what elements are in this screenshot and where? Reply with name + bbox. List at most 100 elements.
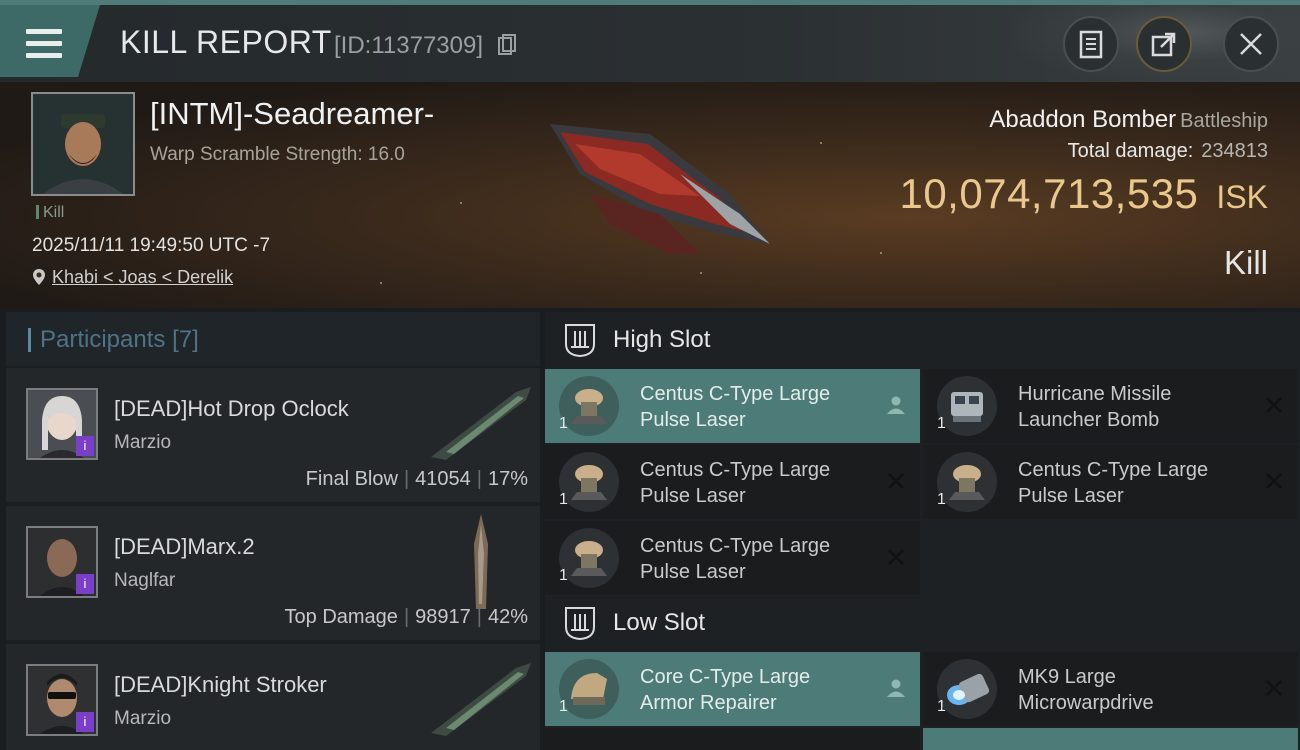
low-slot-title: Low Slot [613, 609, 706, 636]
module-name: Centus C-Type Large Pulse Laser [640, 383, 831, 431]
kill-status: Kill [1223, 244, 1268, 281]
pulse-laser-icon [559, 528, 619, 588]
pulse-laser-icon [937, 452, 997, 512]
victim-portrait[interactable] [31, 92, 135, 196]
module-item[interactable]: 1 Centus C-Type Large Pulse Laser [545, 521, 920, 595]
participants-count: [7] [172, 326, 199, 353]
victim-ship-name[interactable]: Abaddon Bomber [989, 106, 1176, 133]
close-icon[interactable] [884, 545, 908, 569]
close-icon[interactable] [1262, 393, 1286, 417]
location-text[interactable]: Khabi < Joas < Derelik [52, 267, 233, 287]
avatar[interactable]: i [26, 388, 98, 460]
menu-button[interactable] [0, 5, 100, 77]
header-bar: KILL REPORT [ID:11377309] [0, 0, 1300, 82]
module-quantity: 1 [937, 415, 946, 432]
participant-ship-image [431, 663, 531, 736]
module-item[interactable]: 1 Core C-Type Large Armor Repairer [545, 652, 920, 726]
module-item-partial[interactable] [923, 728, 1298, 750]
avatar[interactable]: i [26, 664, 98, 736]
victim-name[interactable]: [INTM]-Seadreamer- [150, 96, 434, 132]
location-pin-icon [33, 269, 45, 285]
module-name: MK9 Large Microwarpdrive [1018, 666, 1154, 714]
module-item[interactable]: 1 Hurricane Missile Launcher Bomb [923, 369, 1298, 443]
isk-unit: ISK [1216, 179, 1268, 215]
participants-header: Participants [7] [6, 312, 540, 366]
victim-ship-line: Abaddon Bomber Battleship [989, 106, 1268, 134]
participant-name[interactable]: [DEAD]Hot Drop Oclock [114, 396, 349, 422]
location-link[interactable]: Khabi < Joas < Derelik [32, 267, 233, 288]
header-accent-line [0, 0, 1300, 5]
clipboard-icon [1079, 30, 1103, 59]
microwarpdrive-icon [937, 659, 997, 719]
victim-ship-class: Battleship [1180, 110, 1268, 132]
victim-panel: [INTM]-Seadreamer- Warp Scramble Strengt… [0, 82, 1300, 308]
copy-icon[interactable] [498, 34, 516, 56]
participants-title: Participants [7] [40, 326, 199, 354]
clipboard-button[interactable] [1063, 16, 1119, 72]
high-slot-icon [565, 324, 595, 358]
hamburger-menu-icon[interactable] [26, 29, 64, 61]
share-icon [1151, 32, 1176, 57]
participant-stats: Top Damage | 98917 | 42% [284, 606, 528, 628]
module-quantity: 1 [937, 698, 946, 715]
person-badge-icon: i [76, 712, 94, 732]
module-quantity: 1 [559, 415, 568, 432]
isk-value: 10,074,713,535 ISK [899, 170, 1268, 218]
pulse-laser-icon [559, 452, 619, 512]
kill-tag: Kill [36, 204, 64, 222]
module-name: Hurricane Missile Launcher Bomb [1018, 383, 1172, 431]
participant-ship: Marzio [114, 708, 172, 729]
damage-value: 41054 [415, 468, 471, 490]
high-slot-title: High Slot [613, 326, 711, 353]
person-icon[interactable] [884, 676, 908, 700]
total-damage-value: 234813 [1201, 140, 1268, 162]
kill-datetime: 2025/11/11 19:49:50 UTC -7 [32, 235, 271, 256]
module-quantity: 1 [559, 698, 568, 715]
participant-ship-image [431, 387, 531, 460]
report-id: [ID:11377309] [334, 32, 484, 59]
participant-ship: Naglfar [114, 570, 176, 591]
damage-value: 98917 [415, 606, 471, 628]
participant-name[interactable]: [DEAD]Marx.2 [114, 534, 255, 560]
module-quantity: 1 [559, 567, 568, 584]
module-item[interactable]: 1 Centus C-Type Large Pulse Laser [545, 445, 920, 519]
total-damage-label: Total damage: [1067, 140, 1194, 162]
module-item[interactable]: 1 Centus C-Type Large Pulse Laser [545, 369, 920, 443]
module-quantity: 1 [559, 491, 568, 508]
module-name: Centus C-Type Large Pulse Laser [1018, 459, 1209, 507]
participants-panel: Participants [7] i [DEAD]Hot Drop Oclock… [6, 312, 540, 750]
participant-ship-image [474, 514, 488, 609]
participant-ship: Marzio [114, 432, 172, 453]
module-name: Core C-Type Large Armor Repairer [640, 666, 811, 714]
close-button[interactable] [1223, 16, 1279, 72]
module-item[interactable]: 1 Centus C-Type Large Pulse Laser [923, 445, 1298, 519]
close-icon[interactable] [1262, 676, 1286, 700]
participant-card[interactable]: i [DEAD]Hot Drop Oclock Marzio Final Blo… [6, 368, 540, 502]
person-badge-icon: i [76, 574, 94, 594]
damage-percent: 17% [487, 468, 528, 490]
person-badge-icon: i [76, 436, 94, 456]
close-icon[interactable] [884, 469, 908, 493]
low-slot-icon [565, 607, 595, 641]
fitting-panel: High Slot 1 Centus C-Type Large Pulse Las… [545, 312, 1300, 750]
missile-launcher-icon [937, 376, 997, 436]
participant-card[interactable]: i [DEAD]Knight Stroker Marzio [6, 644, 540, 750]
close-icon[interactable] [1262, 469, 1286, 493]
close-icon [1240, 33, 1262, 55]
pulse-laser-icon [559, 376, 619, 436]
person-icon[interactable] [884, 393, 908, 417]
share-button[interactable] [1136, 16, 1192, 72]
damage-percent: 42% [487, 606, 528, 628]
participant-card[interactable]: i [DEAD]Marx.2 Naglfar Top Damage | 98917 |… [6, 506, 540, 640]
module-name: Centus C-Type Large Pulse Laser [640, 535, 831, 583]
victim-ship-image[interactable] [530, 104, 780, 274]
avatar[interactable]: i [26, 526, 98, 598]
module-item[interactable]: 1 MK9 Large Microwarpdrive [923, 652, 1298, 726]
participants-title-text: Participants [40, 326, 166, 353]
isk-amount: 10,074,713,535 [899, 170, 1199, 217]
module-item-partial[interactable] [545, 728, 920, 750]
stat-label: Top Damage [284, 606, 398, 628]
stat-label: Final Blow [305, 468, 398, 490]
participant-name[interactable]: [DEAD]Knight Stroker [114, 672, 327, 698]
high-slot-header: High Slot [545, 312, 1300, 368]
